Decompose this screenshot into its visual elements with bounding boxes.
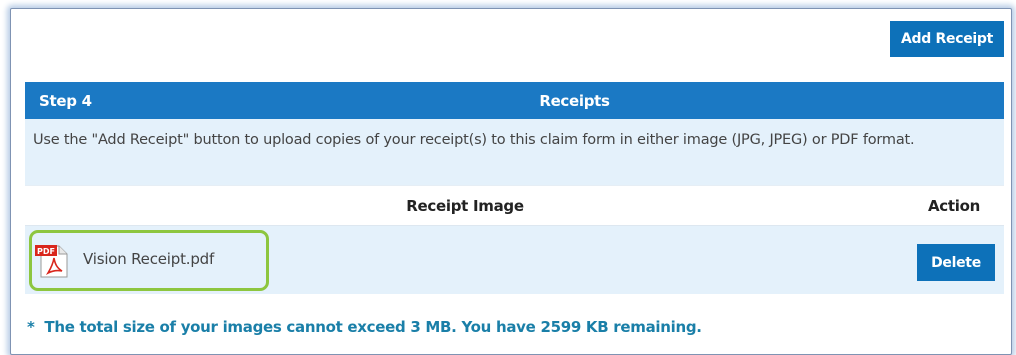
pdf-file-icon: PDF <box>35 244 71 278</box>
instructions-text: Use the "Add Receipt" button to upload c… <box>25 119 1004 185</box>
table-row: PDF Vision Receipt.pdf Delete <box>25 226 1004 294</box>
size-limit-note: * The total size of your images cannot e… <box>27 318 702 336</box>
table-header: Receipt Image Action <box>25 185 1004 226</box>
asterisk-mark: * <box>27 318 35 336</box>
column-header-receipt-image: Receipt Image <box>406 197 524 215</box>
receipt-file-name[interactable]: Vision Receipt.pdf <box>83 250 214 268</box>
section-title: Receipts <box>539 92 610 110</box>
delete-receipt-button[interactable]: Delete <box>917 244 995 281</box>
pdf-badge-text: PDF <box>37 247 55 256</box>
add-receipt-button[interactable]: Add Receipt <box>890 21 1004 57</box>
column-header-action: Action <box>928 197 980 215</box>
section-header: Step 4 Receipts <box>25 82 1004 119</box>
size-limit-text: The total size of your images cannot exc… <box>44 318 702 336</box>
receipt-file-link[interactable]: PDF Vision Receipt.pdf <box>29 230 269 291</box>
